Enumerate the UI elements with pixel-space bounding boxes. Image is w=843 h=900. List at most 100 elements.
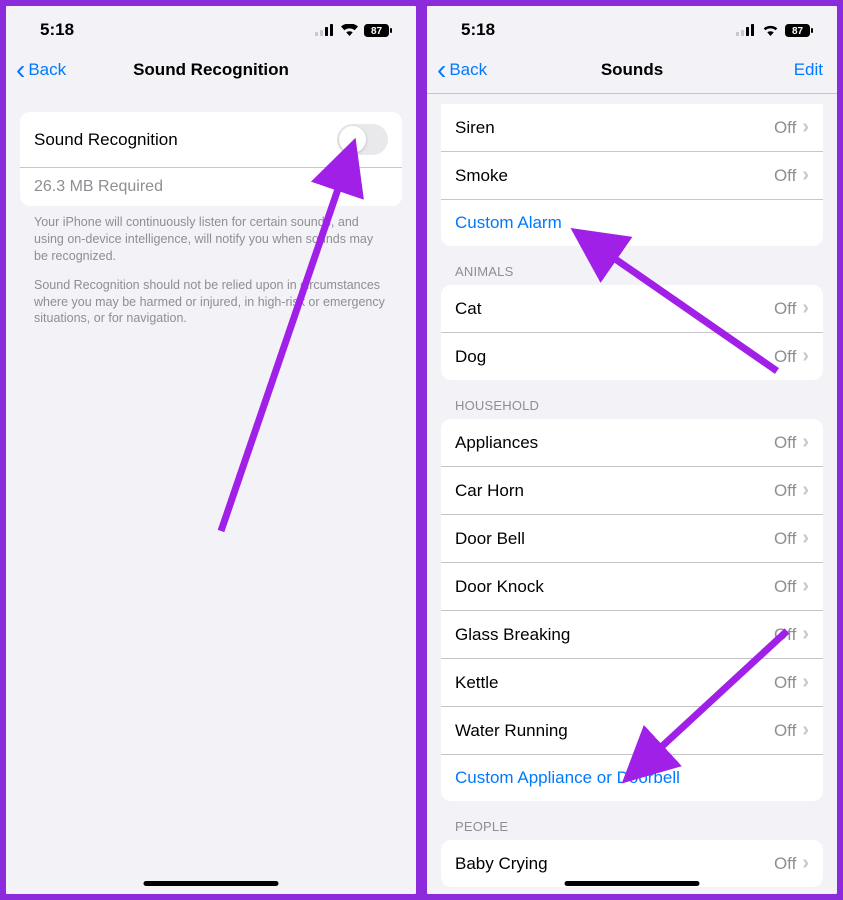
- group-people: Baby Crying Off ›: [441, 840, 823, 887]
- sound-row-smoke[interactable]: Smoke Off ›: [441, 152, 823, 200]
- battery-icon: 87: [364, 24, 392, 37]
- sound-row-doorbell[interactable]: Door Bell Off›: [441, 515, 823, 563]
- home-indicator: [144, 881, 279, 886]
- sound-row-dog[interactable]: Dog Off ›: [441, 333, 823, 380]
- row-value: Off: [774, 529, 796, 549]
- sound-row-cat[interactable]: Cat Off ›: [441, 285, 823, 333]
- row-value: Off: [774, 721, 796, 741]
- row-trailing: Off ›: [774, 479, 809, 502]
- status-icons: 87: [736, 24, 813, 37]
- row-value: Off: [774, 854, 796, 874]
- back-button[interactable]: ‹ Back: [16, 56, 66, 84]
- group-animals: Cat Off › Dog Off ›: [441, 285, 823, 380]
- chevron-right-icon: ›: [802, 575, 809, 598]
- custom-appliance-link[interactable]: Custom Appliance or Doorbell: [441, 755, 823, 801]
- group-header-household: HOUSEHOLD: [427, 380, 837, 419]
- row-value: Off: [774, 481, 796, 501]
- sound-row-doorknock[interactable]: Door Knock Off ›: [441, 563, 823, 611]
- row-trailing: Off›: [774, 671, 809, 694]
- chevron-right-icon: ›: [802, 852, 809, 875]
- left-phone: 5:18 87 ‹ Back Sound Recognition Sound R…: [3, 3, 419, 897]
- chevron-right-icon: ›: [802, 431, 809, 454]
- footer-para-1: Your iPhone will continuously listen for…: [34, 214, 388, 265]
- row-label: Cat: [455, 299, 481, 319]
- status-time: 5:18: [461, 20, 495, 40]
- row-label: Smoke: [455, 166, 508, 186]
- sound-row-kettle[interactable]: Kettle Off›: [441, 659, 823, 707]
- status-bar: 5:18 87: [427, 6, 837, 50]
- status-icons: 87: [315, 24, 392, 37]
- row-label: Door Bell: [455, 529, 525, 549]
- back-button[interactable]: ‹ Back: [437, 56, 487, 84]
- row-value: Off: [774, 577, 796, 597]
- sound-row-siren[interactable]: Siren Off ›: [441, 104, 823, 152]
- row-label: Kettle: [455, 673, 498, 693]
- chevron-right-icon: ›: [802, 623, 809, 646]
- sound-recognition-toggle-row[interactable]: Sound Recognition: [20, 112, 402, 168]
- right-phone: 5:18 87 ‹ Back Sounds Edit Siren Off › S…: [424, 3, 840, 897]
- row-trailing: Off ›: [774, 719, 809, 742]
- storage-required: 26.3 MB Required: [20, 168, 402, 206]
- row-label: Dog: [455, 347, 486, 367]
- toggle-label: Sound Recognition: [34, 130, 178, 150]
- settings-group-main: Sound Recognition 26.3 MB Required: [20, 112, 402, 206]
- chevron-left-icon: ‹: [437, 56, 446, 84]
- svg-text:87: 87: [792, 26, 804, 37]
- svg-text:87: 87: [371, 26, 383, 37]
- row-trailing: Off ›: [774, 345, 809, 368]
- row-trailing: Off ›: [774, 575, 809, 598]
- chevron-right-icon: ›: [802, 297, 809, 320]
- chevron-right-icon: ›: [802, 345, 809, 368]
- nav-bar: ‹ Back Sound Recognition: [6, 50, 416, 94]
- cell-signal-icon: [315, 24, 335, 36]
- chevron-right-icon: ›: [802, 479, 809, 502]
- toggle-switch[interactable]: [337, 124, 388, 155]
- sound-row-appliances[interactable]: Appliances Off›: [441, 419, 823, 467]
- chevron-right-icon: ›: [802, 164, 809, 187]
- row-value: Off: [774, 166, 796, 186]
- row-trailing: Off›: [774, 527, 809, 550]
- home-indicator: [565, 881, 700, 886]
- sound-row-carhorn[interactable]: Car Horn Off›: [441, 467, 823, 515]
- toggle-knob: [339, 126, 366, 153]
- sound-row-baby[interactable]: Baby Crying Off ›: [441, 840, 823, 887]
- custom-alarm-link[interactable]: Custom Alarm: [441, 200, 823, 246]
- row-value: Off: [774, 433, 796, 453]
- row-trailing: Off ›: [774, 164, 809, 187]
- footer-para-2: Sound Recognition should not be relied u…: [34, 277, 388, 328]
- group-header-people: PEOPLE: [427, 801, 837, 840]
- row-label: Glass Breaking: [455, 625, 570, 645]
- wifi-icon: [762, 24, 779, 36]
- row-trailing: Off ›: [774, 852, 809, 875]
- row-label: Water Running: [455, 721, 568, 741]
- row-label: Siren: [455, 118, 495, 138]
- row-label: Door Knock: [455, 577, 544, 597]
- group-household: Appliances Off› Car Horn Off› Door Bell …: [441, 419, 823, 801]
- row-value: Off: [774, 118, 796, 138]
- chevron-right-icon: ›: [802, 671, 809, 694]
- row-value: Off: [774, 625, 796, 645]
- page-title: Sound Recognition: [133, 60, 289, 80]
- row-label: Custom Appliance or Doorbell: [455, 768, 680, 788]
- row-label: Baby Crying: [455, 854, 548, 874]
- row-trailing: Off ›: [774, 297, 809, 320]
- row-trailing: Off ›: [774, 116, 809, 139]
- edit-button[interactable]: Edit: [794, 60, 823, 80]
- page-title: Sounds: [601, 60, 663, 80]
- chevron-right-icon: ›: [802, 719, 809, 742]
- group-header-animals: ANIMALS: [427, 246, 837, 285]
- back-label: Back: [449, 60, 487, 80]
- row-label: Custom Alarm: [455, 213, 562, 233]
- content-scroll[interactable]: Siren Off › Smoke Off › Custom Alarm ANI…: [427, 104, 837, 894]
- chevron-left-icon: ‹: [16, 56, 25, 84]
- group-partial: Siren Off › Smoke Off › Custom Alarm: [441, 104, 823, 246]
- row-value: Off: [774, 299, 796, 319]
- sound-row-glass[interactable]: Glass Breaking Off ›: [441, 611, 823, 659]
- footer-text: Your iPhone will continuously listen for…: [6, 206, 416, 343]
- row-trailing: Off ›: [774, 431, 809, 454]
- chevron-right-icon: ›: [802, 116, 809, 139]
- sound-row-water[interactable]: Water Running Off ›: [441, 707, 823, 755]
- row-value: Off: [774, 347, 796, 367]
- wifi-icon: [341, 24, 358, 36]
- back-label: Back: [28, 60, 66, 80]
